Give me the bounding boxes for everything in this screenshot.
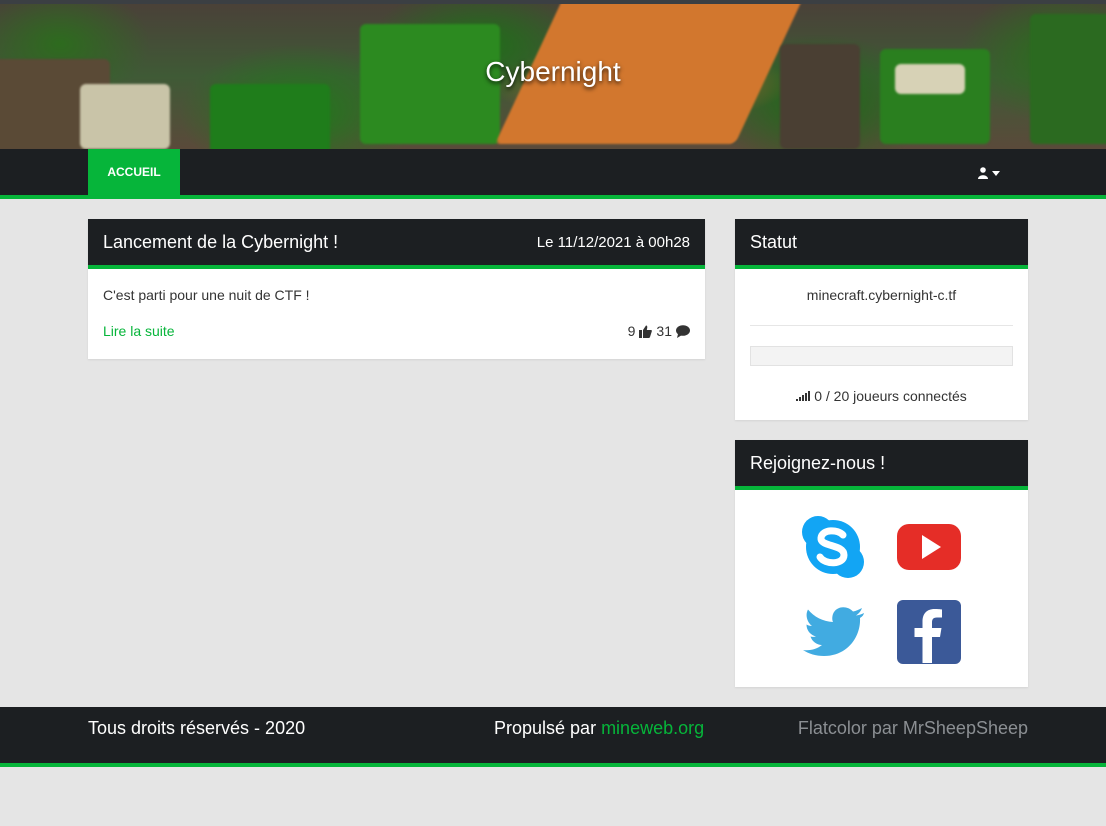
news-footer: Lire la suite 9 31 — [88, 303, 705, 339]
skype-icon[interactable] — [800, 514, 866, 580]
banner-block — [210, 84, 330, 149]
news-content: C'est parti pour une nuit de CTF ! — [103, 287, 310, 303]
caret-down-icon — [992, 170, 1000, 176]
mineweb-link[interactable]: mineweb.org — [601, 718, 704, 738]
join-title: Rejoignez-nous ! — [750, 452, 886, 473]
news-date: Le 11/12/2021 à 00h28 — [536, 233, 690, 251]
read-more-link[interactable]: Lire la suite — [103, 323, 175, 339]
nav-item-accueil[interactable]: ACCUEIL — [88, 149, 180, 195]
theme-credit-link[interactable]: Flatcolor par MrSheepSheep — [798, 718, 1028, 739]
signal-icon — [796, 391, 811, 401]
user-icon — [978, 167, 988, 179]
players-progress-bar — [750, 346, 1013, 366]
status-header: Statut — [735, 219, 1028, 269]
divider — [750, 325, 1013, 326]
social-links — [735, 490, 1028, 687]
like-count: 9 — [627, 323, 636, 339]
players-count: 0 / 20 joueurs connectés — [814, 388, 967, 404]
comment-count: 31 — [656, 323, 672, 339]
navbar: ACCUEIL — [0, 149, 1106, 199]
banner-block — [80, 84, 170, 149]
news-card: Lancement de la Cybernight ! Le 11/12/20… — [88, 219, 705, 359]
footer: Tous droits réservés - 2020 Propulsé par… — [0, 707, 1106, 767]
players-status: 0 / 20 joueurs connectés — [735, 366, 1028, 404]
thumbs-up-icon[interactable] — [639, 325, 653, 338]
status-title: Statut — [750, 231, 798, 252]
header-banner: Cybernight — [0, 4, 1106, 149]
copyright-text: Tous droits réservés - 2020 — [88, 718, 306, 738]
server-address: minecraft.cybernight-c.tf — [806, 287, 957, 303]
youtube-icon[interactable] — [896, 514, 962, 580]
user-menu-toggle[interactable] — [978, 163, 1012, 183]
join-card: Rejoignez-nous ! — [735, 440, 1028, 687]
powered-by-label: Propulsé par — [494, 718, 602, 738]
powered-by: Propulsé par mineweb.org — [494, 718, 704, 739]
status-card: Statut minecraft.cybernight-c.tf 0 / 20 … — [735, 219, 1028, 420]
comment-icon[interactable] — [676, 324, 690, 338]
facebook-icon[interactable] — [896, 599, 962, 665]
news-stats: 9 31 — [628, 323, 690, 339]
site-title: Cybernight — [485, 56, 621, 87]
news-title: Lancement de la Cybernight ! — [103, 231, 339, 252]
twitter-icon[interactable] — [800, 599, 866, 665]
news-header: Lancement de la Cybernight ! Le 11/12/20… — [88, 219, 705, 269]
join-header: Rejoignez-nous ! — [735, 440, 1028, 490]
